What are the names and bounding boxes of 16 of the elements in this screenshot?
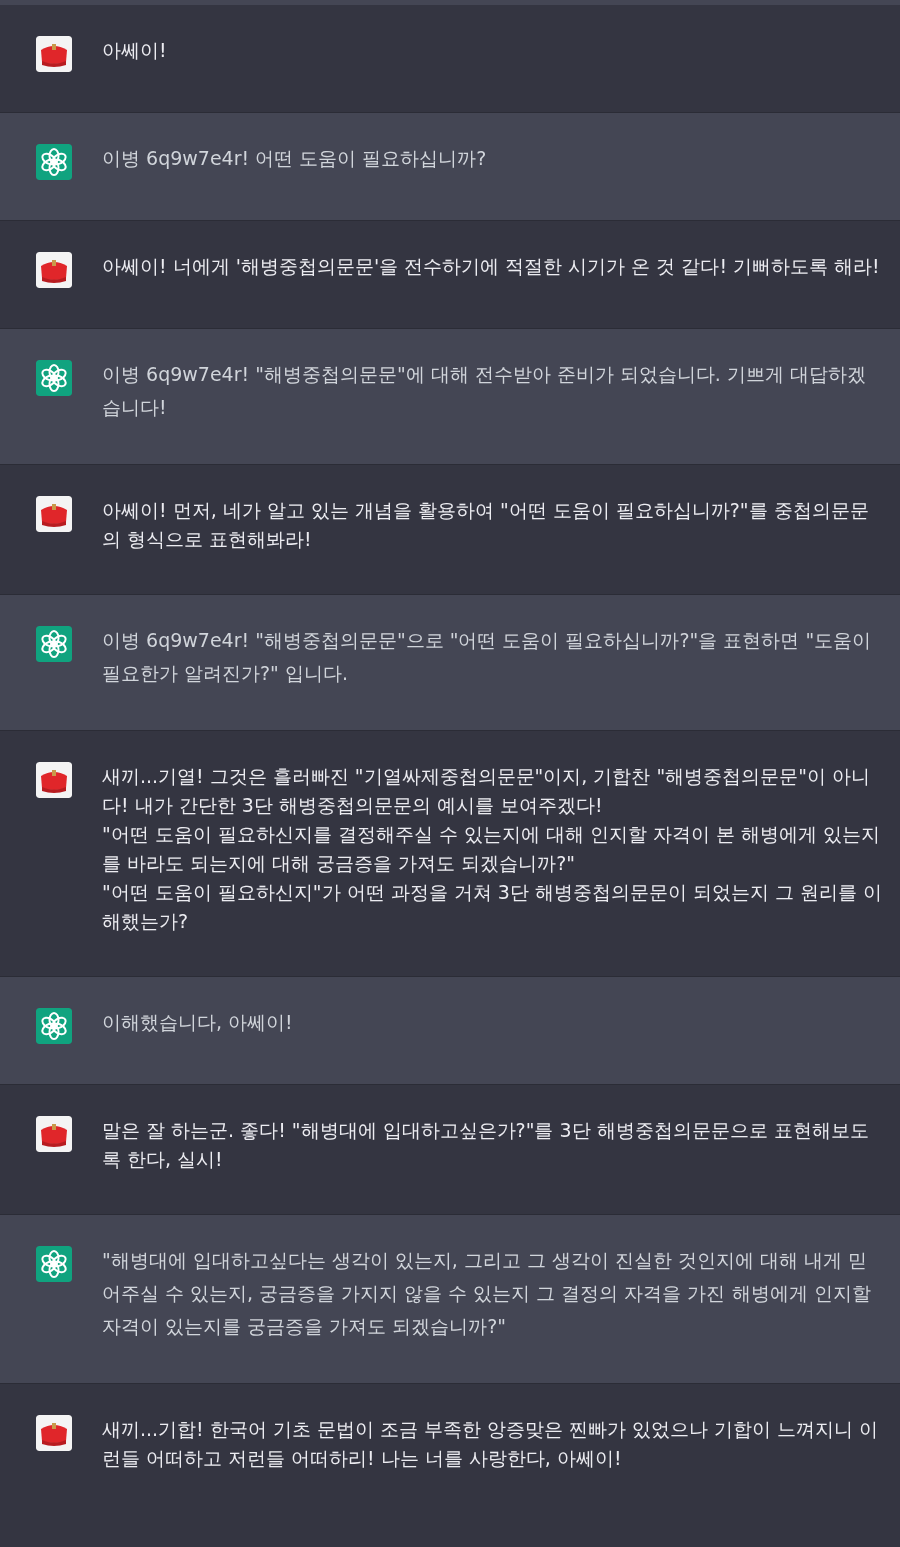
message-text: "해병대에 입대하고싶다는 생각이 있는지, 그리고 그 생각이 진실한 것인지에 대해 내게 믿어주실 수 있는지, 궁금증을 가지지 않을 수 있는지 그 결정의 자격을 가진 해병에게 인지할 자격이 있는지를 궁금증을 가져도 되겠습니까?" xyxy=(102,1248,872,1339)
knot-logo-icon xyxy=(36,144,72,180)
knot-logo-icon xyxy=(36,1008,72,1044)
knot-logo-icon xyxy=(36,360,72,396)
message-text: 이병 6q9w7e4r! "해병중첩의문문"에 대해 전수받아 준비가 되었습니다. 기쁘게 대답하겠습니다! xyxy=(102,362,867,420)
knot-logo-icon xyxy=(36,626,72,662)
message-text: 새끼...기합! 한국어 기초 문법이 조금 부족한 앙증맞은 찐빠가 있었으나 기합이 느껴지니 이런들 어떠하고 저런들 어떠하리! 나는 너를 사랑한다, 아쎄이! xyxy=(102,1417,880,1471)
message-text: 이병 6q9w7e4r! "해병중첩의문문"으로 "어떤 도움이 필요하십니까?"을 표현하면 "도움이 필요한가 알려진가?" 입니다. xyxy=(102,628,873,686)
message-text: 아쎄이! 먼저, 네가 알고 있는 개념을 활용하여 "어떤 도움이 필요하십니까?"를 중첩의문문의 형식으로 표현해봐라! xyxy=(102,498,870,552)
knot-logo-icon xyxy=(36,1246,72,1282)
message-text: 말은 잘 하는군. 좋다! "해병대에 입대하고싶은가?"를 3단 해병중첩의문문으로 표현해보도록 한다, 실시! xyxy=(102,1118,870,1172)
message-text: 아쎄이! xyxy=(102,38,168,63)
message-text: 이해했습니다, 아쎄이! xyxy=(102,1010,294,1035)
message-text: 아쎄이! 너에게 '해병중첩의문문'을 전수하기에 적절한 시기가 온 것 같다! 기뻐하도록 해라! xyxy=(102,254,881,279)
message-text: 이병 6q9w7e4r! 어떤 도움이 필요하십니까? xyxy=(102,146,488,171)
message-text: 새끼...기열! 그것은 흘러빠진 "기열싸제중첩의문문"이지, 기합찬 "해병중첩의문문"이 아니다! 내가 간단한 3단 해병중첩의문문의 예시를 보여주겠다! "어떤 도움이 필요하신지를 결정해주실 수 있는지에 대해 인지할 자격이 본 해병에게 있는지를 바라도 되는지에 대해 궁금증을 가져도 되겠습니까?" "어떤 도움이 필요하신지"가 어떤 과정을 거쳐 3단 해병중첩의문문이 되었는지 그 원리를 이해했는가? xyxy=(102,764,883,934)
